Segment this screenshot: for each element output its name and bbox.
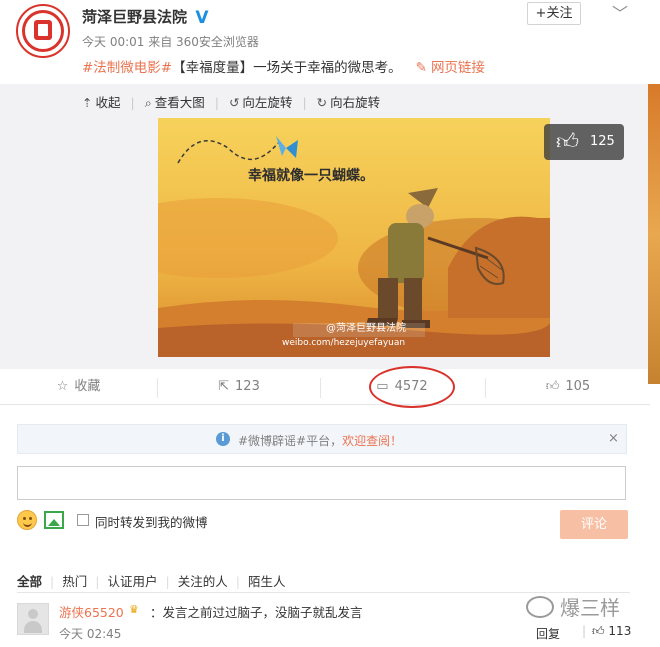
repost-icon: ⇱	[218, 379, 230, 394]
collapse-label: 收起	[95, 95, 121, 110]
rotate-left-button[interactable]: ↺ 向左旋转	[229, 95, 293, 110]
magnifier-icon: ⌕	[144, 95, 152, 110]
post-body-text: 【幸福度量】一场关于幸福的微思考。	[172, 60, 402, 76]
post-image[interactable]: 幸福就像一只蝴蝶。 @菏泽巨野县法院 weibo.com/hezejuyefay…	[158, 118, 550, 357]
emoji-icon[interactable]	[17, 510, 37, 530]
tab-hot[interactable]: 热门	[62, 571, 87, 590]
picture-watermark-url: weibo.com/hezejuyefayuan	[282, 338, 405, 348]
verified-icon: V	[193, 9, 212, 27]
media-area: ⇡ 收起 | ⌕ 查看大图 | ↺ 向左旋转 | ↻ 向右旋转 幸福就像一只蝴蝶…	[0, 84, 650, 369]
toolbar-divider: |	[302, 95, 307, 110]
rotate-right-label: 向右旋转	[330, 95, 381, 110]
web-link-label: 网页链接	[430, 60, 485, 76]
tab-separator: |	[165, 574, 170, 589]
comment-input[interactable]	[17, 466, 626, 500]
account-name[interactable]: 菏泽巨野县法院 V	[82, 6, 212, 27]
link-icon: ✎	[415, 60, 427, 76]
notice-highlight[interactable]: 欢迎查阅！	[342, 434, 402, 448]
thumbs-up-icon: 👍︎	[556, 130, 579, 155]
comment-filter-tabs: 全部 | 热门 | 认证用户 | 关注的人 | 陌生人	[17, 571, 285, 590]
rotate-right-icon: ↻	[316, 95, 328, 110]
repost-count: 123	[235, 379, 260, 394]
image-like-button[interactable]: 👍︎ 125	[544, 124, 624, 160]
comment-text: ：发言之前过过脑子，没脑子就乱发言	[150, 605, 363, 620]
wechat-watermark: 爆三样	[526, 592, 620, 621]
post-meta: 今天 00:01 来自 360安全浏览器	[82, 35, 259, 49]
weibo-post-card: 菏泽巨野县法院 V 今天 00:01 来自 360安全浏览器 #法制微电影#【幸福…	[0, 0, 660, 647]
notice-main[interactable]: #微博辟谣#平台，	[238, 434, 342, 448]
thumbs-up-icon: 👍︎	[545, 379, 560, 394]
image-icon[interactable]	[44, 511, 64, 529]
image-like-count: 125	[590, 134, 615, 149]
like-button[interactable]: 👍︎ 105	[486, 369, 650, 405]
notice-text: #微博辟谣#平台，欢迎查阅！	[238, 432, 402, 449]
like-count: 105	[565, 379, 591, 394]
hashtag-link[interactable]: #法制微电影#	[82, 60, 172, 76]
rotate-left-icon: ↺	[228, 95, 240, 110]
collapse-button[interactable]: ⇡ 收起	[82, 95, 121, 110]
tab-separator: |	[95, 574, 100, 589]
repost-checkbox[interactable]	[77, 514, 89, 526]
favorite-label: 收藏	[74, 379, 101, 394]
view-large-label: 查看大图	[154, 95, 205, 110]
collapse-icon: ⇡	[82, 95, 93, 110]
tab-following[interactable]: 关注的人	[178, 571, 228, 590]
illustration-svg: 幸福就像一只蝴蝶。 @菏泽巨野县法院 weibo.com/hezejuyefay…	[158, 118, 550, 357]
tab-separator: |	[50, 574, 55, 589]
star-icon: ☆	[56, 379, 69, 394]
tab-verified[interactable]: 认证用户	[107, 571, 157, 590]
submit-comment-button[interactable]: 评论	[560, 510, 628, 539]
commenter-avatar[interactable]	[17, 603, 49, 635]
rotate-left-label: 向左旋转	[242, 95, 293, 110]
picture-caption: 幸福就像一只蝴蝶。	[248, 167, 374, 184]
follow-label: +关注	[535, 6, 573, 21]
rotate-right-button[interactable]: ↻ 向右旋转	[317, 95, 381, 110]
comment-time: 今天 02:45	[59, 627, 122, 641]
toolbar-divider: |	[130, 95, 135, 110]
account-name-text[interactable]: 菏泽巨野县法院	[82, 8, 187, 26]
picture-watermark-name: @菏泽巨野县法院	[326, 321, 406, 334]
fan-badge-icon: ♛	[129, 603, 139, 616]
reply-button[interactable]: 回复	[536, 625, 560, 642]
side-decoration	[648, 84, 660, 384]
web-link[interactable]: ✎ 网页链接	[416, 60, 485, 76]
account-avatar[interactable]	[16, 4, 70, 58]
commenter-name[interactable]: 游侠65520	[59, 602, 124, 621]
favorite-button[interactable]: ☆ 收藏	[0, 369, 157, 405]
reply-like-separator: |	[582, 624, 587, 638]
tab-separator: |	[235, 574, 240, 589]
watermark-text: 爆三样	[560, 596, 620, 620]
wechat-icon	[526, 596, 554, 618]
toolbar-divider: |	[214, 95, 219, 110]
action-bar: ☆ 收藏 ⇱ 123 ▭ 4572 👍︎ 105	[0, 369, 650, 405]
avatar-emblem	[34, 20, 52, 40]
tab-strangers[interactable]: 陌生人	[248, 571, 286, 590]
tab-all[interactable]: 全部	[17, 571, 42, 590]
close-icon[interactable]: ×	[608, 431, 619, 446]
view-large-button[interactable]: ⌕ 查看大图	[145, 95, 205, 110]
info-icon: i	[216, 432, 230, 446]
highlight-circle	[369, 366, 455, 408]
follow-button[interactable]: +关注	[527, 2, 581, 25]
comment-like-count: 113	[608, 624, 632, 638]
repost-button[interactable]: ⇱ 123	[158, 369, 320, 405]
repost-checkbox-label: 同时转发到我的微博	[95, 515, 208, 530]
thumbs-up-icon: 👍︎	[592, 624, 605, 638]
chevron-down-icon[interactable]: ﹀	[612, 0, 628, 24]
notice-bar: i #微博辟谣#平台，欢迎查阅！ ×	[17, 424, 627, 454]
post-text: #法制微电影#【幸福度量】一场关于幸福的微思考。 ✎ 网页链接	[82, 56, 485, 76]
comment-like-button[interactable]: | 👍︎ 113	[582, 624, 631, 639]
media-toolbar: ⇡ 收起 | ⌕ 查看大图 | ↺ 向左旋转 | ↻ 向右旋转	[82, 92, 384, 111]
